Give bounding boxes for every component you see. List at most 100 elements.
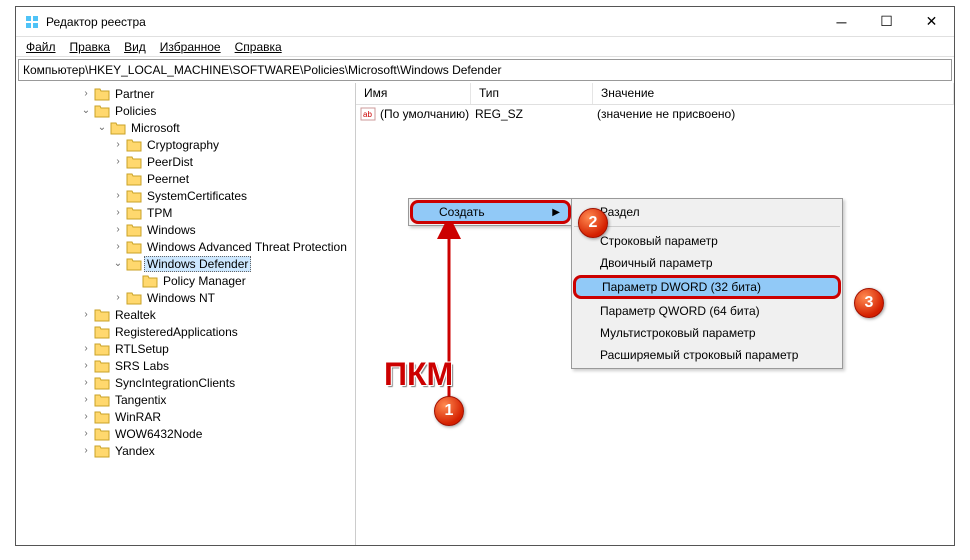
folder-icon [94, 325, 110, 339]
expander-icon[interactable]: › [80, 343, 92, 354]
tree-node-partner[interactable]: ›Partner [80, 85, 355, 102]
svg-text:ab: ab [363, 110, 372, 119]
folder-icon [126, 291, 142, 305]
tree-node-microsoft[interactable]: ⌄Microsoft [96, 119, 355, 136]
menubar: Файл Правка Вид Избранное Справка [16, 37, 954, 57]
tree-node[interactable]: ›Windows [112, 221, 355, 238]
tree-node[interactable]: ›Windows Advanced Threat Protection [112, 238, 355, 255]
context-item-binary[interactable]: Двоичный параметр [572, 252, 842, 274]
context-item-multistring[interactable]: Мультистроковый параметр [572, 322, 842, 344]
folder-icon [110, 121, 126, 135]
menu-help[interactable]: Справка [229, 38, 288, 56]
close-button[interactable]: ✕ [909, 7, 954, 37]
list-body[interactable]: ab (По умолчанию) REG_SZ (значение не пр… [356, 105, 954, 545]
tree-node[interactable]: ›Realtek [80, 306, 355, 323]
context-menu: Создать ▶ [408, 198, 573, 226]
folder-icon [126, 206, 142, 220]
expander-icon[interactable]: › [112, 139, 124, 150]
expander-icon[interactable]: › [112, 207, 124, 218]
menu-favorites[interactable]: Избранное [154, 38, 227, 56]
expander-icon[interactable]: › [112, 190, 124, 201]
tree-node[interactable]: ›TPM [112, 204, 355, 221]
expander-icon[interactable]: › [80, 428, 92, 439]
tree-node[interactable]: ›RTLSetup [80, 340, 355, 357]
tree-node-defender[interactable]: ⌄Windows Defender [112, 255, 355, 272]
menu-edit[interactable]: Правка [64, 38, 117, 56]
registry-editor-window: Редактор реестра ─ ☐ ✕ Файл Правка Вид И… [15, 6, 955, 546]
address-path: Компьютер\HKEY_LOCAL_MACHINE\SOFTWARE\Po… [23, 63, 501, 77]
submenu-arrow-icon: ▶ [552, 207, 560, 218]
tree-node[interactable]: ›Policy Manager [128, 272, 355, 289]
value-name: (По умолчанию) [380, 107, 475, 121]
context-item-dword[interactable]: Параметр DWORD (32 бита) [573, 275, 841, 299]
folder-icon [94, 104, 110, 118]
folder-icon [126, 172, 142, 186]
menu-separator [574, 226, 840, 227]
tree-node[interactable]: ›PeerDist [112, 153, 355, 170]
folder-icon [126, 138, 142, 152]
expander-icon[interactable]: › [80, 360, 92, 371]
tree-pane[interactable]: ›Partner ⌄Policies ⌄Microsoft ›Cryptogra… [16, 83, 356, 545]
folder-icon [126, 240, 142, 254]
menu-file[interactable]: Файл [20, 38, 62, 56]
expander-icon[interactable]: › [112, 224, 124, 235]
window-controls: ─ ☐ ✕ [819, 7, 954, 37]
context-item-create[interactable]: Создать ▶ [410, 200, 571, 224]
maximize-button[interactable]: ☐ [864, 7, 909, 37]
folder-icon [94, 444, 110, 458]
tree-node[interactable]: ›WOW6432Node [80, 425, 355, 442]
folder-icon [94, 87, 110, 101]
folder-icon [94, 393, 110, 407]
column-type[interactable]: Тип [471, 83, 593, 104]
expander-icon[interactable]: ⌄ [80, 105, 92, 116]
app-icon [24, 14, 40, 30]
value-type: REG_SZ [475, 107, 597, 121]
folder-icon [142, 274, 158, 288]
column-value[interactable]: Значение [593, 83, 954, 104]
list-header: Имя Тип Значение [356, 83, 954, 105]
tree-node-policies[interactable]: ⌄Policies [80, 102, 355, 119]
tree-node[interactable]: ›RegisteredApplications [80, 323, 355, 340]
context-item-section[interactable]: Раздел [572, 201, 842, 223]
expander-icon[interactable]: ⌄ [112, 258, 124, 269]
folder-icon [94, 410, 110, 424]
expander-icon[interactable]: ⌄ [96, 122, 108, 133]
expander-icon[interactable]: › [80, 394, 92, 405]
expander-icon[interactable]: › [80, 88, 92, 99]
tree-node[interactable]: ›SystemCertificates [112, 187, 355, 204]
menu-view[interactable]: Вид [118, 38, 152, 56]
main-area: ›Partner ⌄Policies ⌄Microsoft ›Cryptogra… [16, 83, 954, 545]
expander-icon[interactable]: › [80, 411, 92, 422]
expander-icon[interactable]: › [80, 309, 92, 320]
folder-icon [126, 257, 142, 271]
tree-node[interactable]: ›Yandex [80, 442, 355, 459]
tree-node[interactable]: ›Cryptography [112, 136, 355, 153]
folder-icon [126, 155, 142, 169]
minimize-button[interactable]: ─ [819, 7, 864, 37]
values-pane[interactable]: Имя Тип Значение ab (По умолчанию) REG_S… [356, 83, 954, 545]
expander-icon[interactable]: › [112, 156, 124, 167]
context-item-qword[interactable]: Параметр QWORD (64 бита) [572, 300, 842, 322]
tree-node[interactable]: ›Windows NT [112, 289, 355, 306]
titlebar: Редактор реестра ─ ☐ ✕ [16, 7, 954, 37]
context-item-string[interactable]: Строковый параметр [572, 230, 842, 252]
expander-icon[interactable]: › [112, 292, 124, 303]
expander-icon[interactable]: › [80, 377, 92, 388]
window-title: Редактор реестра [46, 15, 819, 29]
expander-icon[interactable]: › [80, 445, 92, 456]
folder-icon [94, 376, 110, 390]
folder-icon [126, 189, 142, 203]
tree-node[interactable]: ›Tangentix [80, 391, 355, 408]
tree-node[interactable]: ›SyncIntegrationClients [80, 374, 355, 391]
expander-icon[interactable]: › [112, 241, 124, 252]
context-item-expandstring[interactable]: Расширяемый строковый параметр [572, 344, 842, 366]
address-bar[interactable]: Компьютер\HKEY_LOCAL_MACHINE\SOFTWARE\Po… [18, 59, 952, 81]
tree-node[interactable]: ›WinRAR [80, 408, 355, 425]
string-value-icon: ab [360, 107, 376, 121]
folder-icon [94, 308, 110, 322]
folder-icon [94, 342, 110, 356]
value-row-default[interactable]: ab (По умолчанию) REG_SZ (значение не пр… [356, 105, 954, 123]
column-name[interactable]: Имя [356, 83, 471, 104]
tree-node[interactable]: ›Peernet [112, 170, 355, 187]
tree-node[interactable]: ›SRS Labs [80, 357, 355, 374]
